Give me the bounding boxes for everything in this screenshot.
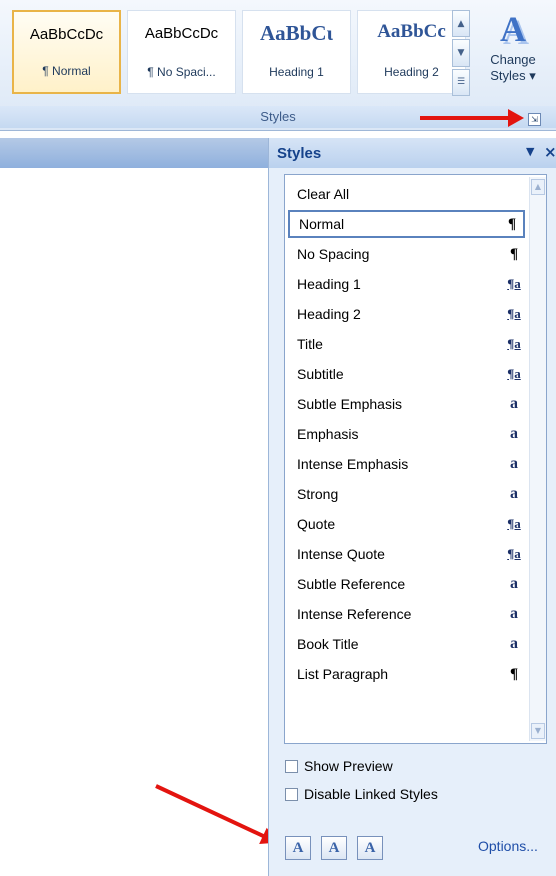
style-tile-label: Heading 1 xyxy=(269,65,324,79)
style-inspector-button[interactable]: A xyxy=(321,836,347,860)
quick-styles-gallery: AaBbCcDc ¶ Normal AaBbCcDc ¶ No Spaci...… xyxy=(12,10,466,96)
scroll-up-button[interactable]: ▲ xyxy=(531,179,545,195)
style-type-indicator-icon: a xyxy=(510,635,518,652)
styles-pane: Styles ▼ × Clear All Normal ¶ No Spacing ¶ He… xyxy=(268,138,556,876)
style-item-name: Intense Emphasis xyxy=(297,456,409,472)
pane-title: Styles xyxy=(277,145,322,162)
gallery-more-button[interactable]: ☰ xyxy=(452,68,470,96)
change-styles-icon: A xyxy=(500,9,526,49)
style-type-indicator-icon: ¶a xyxy=(507,516,521,531)
change-styles-label-2: Styles ▾ xyxy=(490,68,536,83)
change-styles-label-1: Change xyxy=(490,52,536,67)
style-type-indicator-icon: ¶a xyxy=(507,366,521,381)
style-tile-heading-1[interactable]: AaBbCɩ Heading 1 xyxy=(242,10,351,94)
style-item-name: Title xyxy=(297,336,323,352)
style-type-indicator-icon: a xyxy=(510,605,518,622)
disable-linked-label: Disable Linked Styles xyxy=(304,786,438,802)
style-type-indicator-icon: a xyxy=(510,485,518,502)
style-item-name: Intense Reference xyxy=(297,606,412,622)
style-list-item[interactable]: List Paragraph ¶ xyxy=(288,659,525,689)
style-tile-label: ¶ Normal xyxy=(42,64,91,78)
styles-list[interactable]: Clear All Normal ¶ No Spacing ¶ Heading 1 ¶a He… xyxy=(284,174,547,744)
style-tile-heading-2[interactable]: AaBbCc Heading 2 xyxy=(357,10,466,94)
style-list-item[interactable]: Quote ¶a xyxy=(288,509,525,539)
style-list-item[interactable]: Subtitle ¶a xyxy=(288,359,525,389)
style-list-item[interactable]: Intense Emphasis a xyxy=(288,449,525,479)
gallery-up-button[interactable]: ▲ xyxy=(452,10,470,38)
disable-linked-checkbox[interactable] xyxy=(285,787,298,801)
style-item-name: Subtle Emphasis xyxy=(297,396,403,412)
style-sample: AaBbCɩ xyxy=(259,21,334,45)
style-item-name: List Paragraph xyxy=(297,666,389,682)
style-list-item[interactable]: Title ¶a xyxy=(288,329,525,359)
gallery-scroll: ▲ ▼ ☰ xyxy=(452,10,470,96)
style-type-indicator-icon: ¶a xyxy=(507,276,521,291)
document-header-strip xyxy=(0,138,268,168)
disable-linked-row[interactable]: Disable Linked Styles xyxy=(285,786,438,802)
style-list-item[interactable]: Heading 2 ¶a xyxy=(288,299,525,329)
style-list-item[interactable]: Subtle Reference a xyxy=(288,569,525,599)
style-item-name: Strong xyxy=(297,486,339,502)
style-list-item[interactable]: Intense Reference a xyxy=(288,599,525,629)
style-list-item[interactable]: Strong a xyxy=(288,479,525,509)
style-list-item[interactable]: No Spacing ¶ xyxy=(288,239,525,269)
annotation-arrow-top xyxy=(420,109,524,127)
style-item-name: Subtle Reference xyxy=(297,576,406,592)
style-list-item[interactable]: Intense Quote ¶a xyxy=(288,539,525,569)
style-tile-no-spacing[interactable]: AaBbCcDc ¶ No Spaci... xyxy=(127,10,236,94)
show-preview-checkbox[interactable] xyxy=(285,759,298,773)
change-styles-button[interactable]: A Change Styles ▾ xyxy=(478,6,548,100)
style-type-indicator-icon: a xyxy=(510,395,518,412)
style-type-indicator-icon: ¶ xyxy=(509,665,519,682)
style-list-item[interactable]: Subtle Emphasis a xyxy=(288,389,525,419)
style-sample: AaBbCcDc xyxy=(144,25,219,42)
styles-list-items: Clear All Normal ¶ No Spacing ¶ Heading 1 ¶a He… xyxy=(288,179,525,689)
style-type-indicator-icon: ¶ xyxy=(507,215,517,232)
style-item-name: No Spacing xyxy=(297,246,370,262)
style-item-name: Normal xyxy=(299,216,345,232)
style-item-name: Emphasis xyxy=(297,426,359,442)
style-type-indicator-icon: a xyxy=(510,455,518,472)
style-item-name: Heading 1 xyxy=(297,276,361,292)
style-list-item[interactable]: Normal ¶ xyxy=(288,210,525,238)
style-type-indicator-icon: ¶ xyxy=(509,245,519,262)
style-sample: AaBbCcDc xyxy=(29,26,104,43)
style-list-item[interactable]: Emphasis a xyxy=(288,419,525,449)
style-type-indicator-icon: ¶a xyxy=(507,306,521,321)
style-type-indicator-icon: a xyxy=(510,575,518,592)
gallery-down-button[interactable]: ▼ xyxy=(452,39,470,67)
vertical-scrollbar[interactable]: ▲ ▼ xyxy=(529,177,546,741)
style-type-indicator-icon: a xyxy=(510,425,518,442)
style-list-item[interactable]: Heading 1 ¶a xyxy=(288,269,525,299)
show-preview-row[interactable]: Show Preview xyxy=(285,758,393,774)
close-icon[interactable]: × xyxy=(544,143,556,161)
show-preview-label: Show Preview xyxy=(304,758,393,774)
options-link[interactable]: Options... xyxy=(478,838,538,854)
style-item-name: Clear All xyxy=(297,186,350,202)
style-item-name: Book Title xyxy=(297,636,359,652)
scroll-down-button[interactable]: ▼ xyxy=(531,723,545,739)
style-item-name: Subtitle xyxy=(297,366,344,382)
dialog-launcher-icon[interactable]: ⇲ xyxy=(528,113,541,126)
style-item-name: Heading 2 xyxy=(297,306,361,322)
style-list-item[interactable]: Clear All xyxy=(288,179,525,209)
style-item-name: Intense Quote xyxy=(297,546,385,562)
style-type-indicator-icon: ¶a xyxy=(507,546,521,561)
style-tile-label: Heading 2 xyxy=(384,65,439,79)
pane-menu-icon[interactable]: ▼ xyxy=(526,145,534,158)
ribbon: AaBbCcDc ¶ Normal AaBbCcDc ¶ No Spaci...… xyxy=(0,0,556,131)
manage-styles-button[interactable]: A xyxy=(357,836,383,860)
style-item-name: Quote xyxy=(297,516,336,532)
annotation-arrow-bottom xyxy=(155,784,268,840)
style-tile-label: ¶ No Spaci... xyxy=(147,65,216,79)
pane-bottom-buttons: A A A xyxy=(285,836,383,860)
style-sample: AaBbCc xyxy=(377,21,446,42)
style-type-indicator-icon: ¶a xyxy=(507,336,521,351)
pane-header: Styles ▼ × xyxy=(269,138,556,168)
new-style-button[interactable]: A xyxy=(285,836,311,860)
style-tile-normal[interactable]: AaBbCcDc ¶ Normal xyxy=(12,10,121,94)
style-list-item[interactable]: Book Title a xyxy=(288,629,525,659)
